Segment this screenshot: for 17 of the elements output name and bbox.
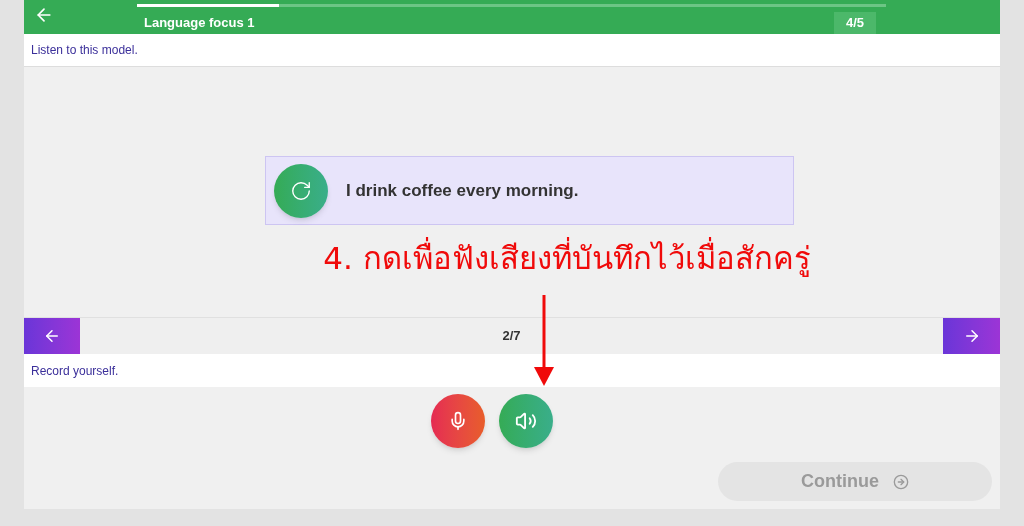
lesson-title: Language focus 1	[144, 14, 255, 32]
lesson-counter: 4/5	[833, 12, 876, 34]
replay-icon	[290, 179, 312, 202]
page-counter: 2/7	[501, 327, 522, 346]
arrow-circle-icon	[893, 473, 909, 490]
speaker-icon	[515, 410, 537, 432]
next-button[interactable]	[943, 317, 1000, 355]
playback-button[interactable]	[499, 394, 553, 448]
instruction-text: Record yourself.	[31, 362, 119, 380]
sentence-text: I drink coffee every morning.	[346, 179, 579, 202]
record-button[interactable]	[431, 394, 485, 448]
previous-button[interactable]	[24, 317, 80, 355]
previous-icon	[43, 327, 61, 345]
replay-button[interactable]	[274, 163, 328, 218]
annotation-text: 4. กดเพื่อฟังเสียงที่บันทึกไว้เมื่อสักครู่	[323, 235, 811, 282]
prompt-text: Listen to this model.	[31, 42, 138, 59]
microphone-icon	[448, 411, 468, 431]
